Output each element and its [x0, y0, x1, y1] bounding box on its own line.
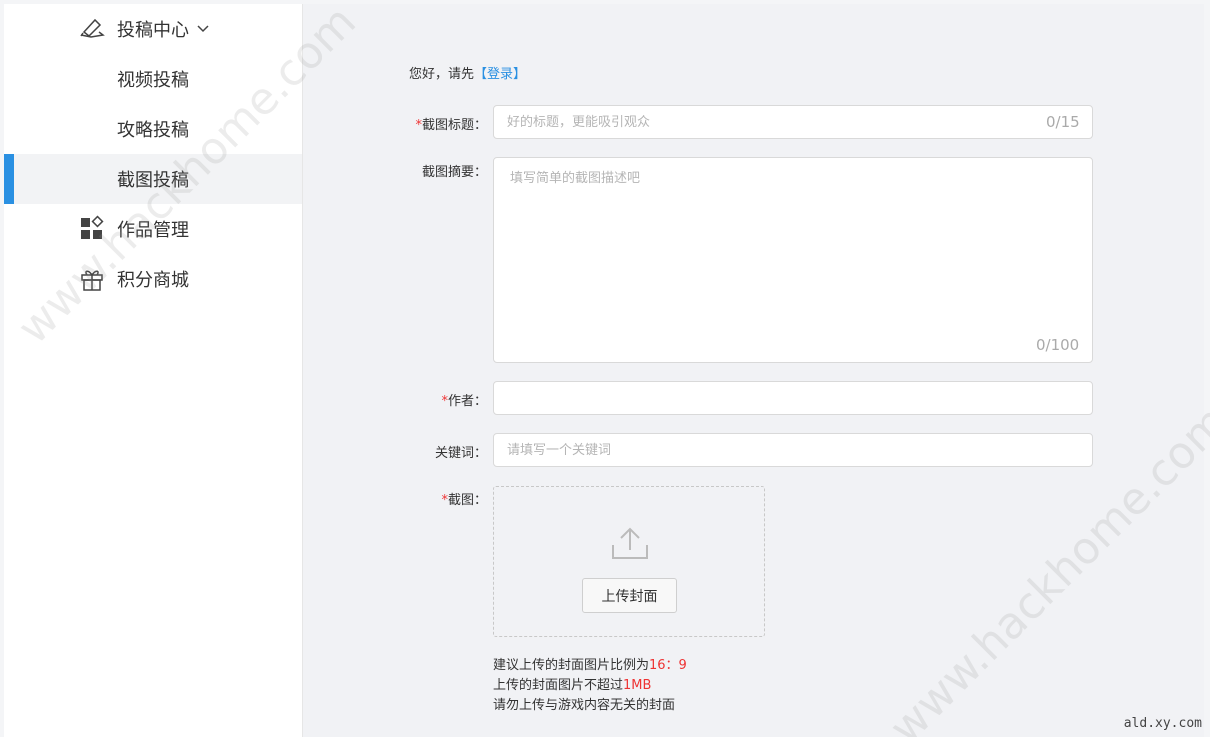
sidebar-item-label: 视频投稿: [117, 70, 189, 91]
keyword-label: 关键词：: [403, 442, 487, 461]
chevron-down-icon[interactable]: [196, 22, 210, 36]
keyword-label-text: 关键词：: [434, 446, 487, 461]
author-input[interactable]: [493, 381, 1093, 415]
summary-char-counter: 0/100: [1036, 336, 1080, 354]
upload-hints: 建议上传的封面图片比例为16：9 上传的封面图片不超过1MB 请勿上传与游戏内容…: [493, 656, 687, 716]
upload-cover-button[interactable]: 上传封面: [582, 578, 677, 613]
gift-icon: [81, 270, 103, 291]
sidebar-item-label: 投稿中心: [117, 20, 189, 41]
author-label-text: 作者：: [447, 394, 487, 409]
sidebar-item-submit-center[interactable]: 投稿中心: [4, 4, 302, 54]
hint-size-text: 上传的封面图片不超过: [493, 678, 624, 693]
sidebar-item-works-manage[interactable]: 作品管理: [4, 204, 302, 254]
hint-size: 上传的封面图片不超过1MB: [493, 676, 687, 696]
sidebar-item-label: 攻略投稿: [117, 120, 189, 141]
submit-form-panel: 您好，请先【登录】 *截图标题： 0/15 截图摘要： 0/100 *作者： 关…: [303, 4, 1204, 737]
title-label: *截图标题：: [403, 114, 487, 133]
login-link[interactable]: 【登录】: [474, 67, 526, 82]
watermark-corner: ald.xy.com: [1123, 716, 1202, 731]
author-label: *作者：: [403, 390, 487, 409]
sidebar-item-label: 截图投稿: [117, 170, 189, 191]
pen-paper-icon: [80, 18, 105, 38]
sidebar-item-points-mall[interactable]: 积分商城: [4, 254, 302, 304]
summary-label-text: 截图摘要：: [421, 165, 487, 180]
hint-ratio-value: 16：9: [649, 658, 687, 673]
title-input[interactable]: [493, 105, 1093, 139]
app-window: 投稿中心 视频投稿 攻略投稿 截图投稿 作品管理 积分商城 您好，请先【登录】 …: [4, 4, 1204, 737]
cover-upload-dropzone[interactable]: 上传封面: [493, 486, 765, 637]
title-label-text: 截图标题：: [421, 118, 487, 133]
login-prompt: 您好，请先【登录】: [409, 63, 526, 82]
greeting-text: 您好，请先: [409, 67, 475, 82]
hint-ratio-text: 建议上传的封面图片比例为: [493, 658, 650, 673]
sidebar-item-label: 作品管理: [117, 220, 189, 241]
title-char-counter: 0/15: [1046, 113, 1080, 131]
grid-apps-icon: [81, 215, 104, 239]
hint-size-value: 1MB: [623, 678, 652, 693]
upload-icon: [612, 527, 648, 559]
screenshot-label-text: 截图：: [447, 493, 487, 508]
hint-content: 请勿上传与游戏内容无关的封面: [493, 698, 676, 713]
sidebar: 投稿中心 视频投稿 攻略投稿 截图投稿 作品管理 积分商城: [4, 4, 303, 737]
sidebar-item-label: 积分商城: [117, 270, 189, 291]
summary-textarea[interactable]: [493, 157, 1093, 363]
screenshot-label: *截图：: [403, 489, 487, 508]
summary-label: 截图摘要：: [403, 161, 487, 180]
sidebar-item-guide-submit[interactable]: 攻略投稿: [4, 104, 302, 154]
sidebar-item-video-submit[interactable]: 视频投稿: [4, 54, 302, 104]
keyword-input[interactable]: [493, 433, 1093, 467]
sidebar-item-screenshot-submit[interactable]: 截图投稿: [4, 154, 302, 204]
hint-ratio: 建议上传的封面图片比例为16：9: [493, 656, 687, 676]
